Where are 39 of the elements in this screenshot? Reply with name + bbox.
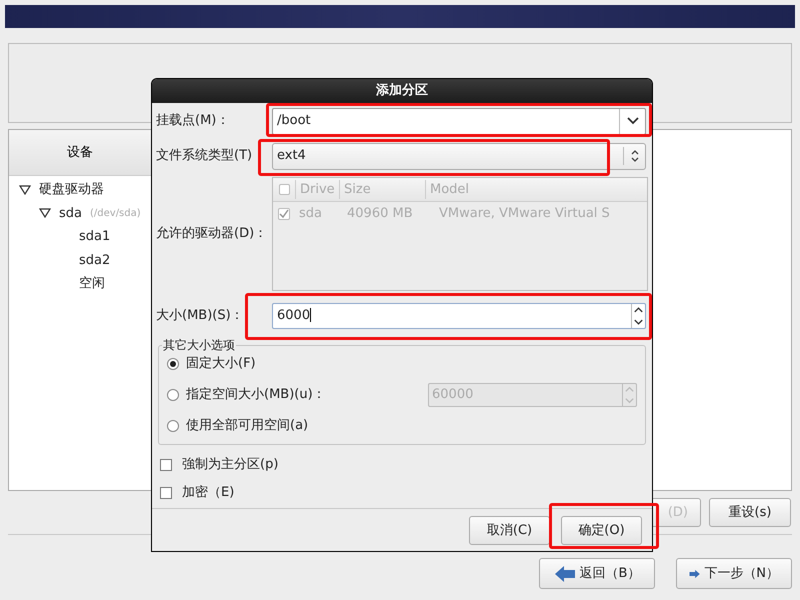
dropdown-icon[interactable] <box>626 117 638 125</box>
checkbox-label[interactable]: 加密（E) <box>182 482 234 502</box>
tree-item[interactable]: 空闲 <box>79 274 105 294</box>
dialog-button[interactable]: 取消(C) <box>469 516 550 545</box>
tree-item[interactable]: 硬盘驱动器 <box>39 180 104 200</box>
radio-label[interactable]: 使用全部可用空间(a) <box>186 416 637 436</box>
field-label: 文件系统类型(T) <box>156 147 254 166</box>
checkbox[interactable] <box>160 458 172 470</box>
tree-item[interactable]: sda <box>59 204 82 223</box>
nav-button[interactable]: 返回（B） <box>539 558 655 589</box>
table-cell-text: 40960 MB <box>346 205 414 224</box>
field-label: 大小(MB)(S)： <box>156 306 245 325</box>
field-label: 允许的驱动器(D)： <box>156 225 268 244</box>
expander-icon[interactable] <box>39 208 51 218</box>
checkbox-label[interactable]: 強制为主分区(p) <box>182 454 278 474</box>
expander-icon[interactable] <box>19 184 31 195</box>
radio-label[interactable]: 指定空间大小(MB)(u)： <box>186 385 428 405</box>
checkbox[interactable] <box>160 486 172 498</box>
radio-label[interactable]: 固定大小(F) <box>186 354 637 374</box>
action-button[interactable]: 重设(s) <box>709 498 791 527</box>
tree-item[interactable]: sda2 <box>79 250 110 270</box>
group-title: 其它大小选项 <box>162 337 236 353</box>
mount-point-combobox[interactable]: /boot <box>272 108 646 134</box>
tree-item[interactable]: sda1 <box>79 227 110 246</box>
table-cell-text: sda <box>298 205 323 224</box>
left-arrow-icon <box>554 564 576 582</box>
updown-icon[interactable] <box>630 149 638 163</box>
dialog-title: 添加分区 <box>376 82 428 100</box>
radio-button[interactable] <box>167 420 179 432</box>
nav-button[interactable]: 下一步（N） <box>676 558 792 589</box>
radio-button[interactable] <box>167 389 179 401</box>
dialog-button[interactable]: 确定(O) <box>561 516 642 545</box>
radio-button[interactable] <box>167 358 179 370</box>
size-field[interactable]: 6000 <box>272 302 646 328</box>
filesystem-dropdown[interactable]: ext4 <box>272 142 646 170</box>
table-cell-text: VMware, VMware Virtual S <box>438 205 611 224</box>
field-label: 挂载点(M)： <box>156 112 230 130</box>
device-path: (/dev/sda) <box>90 206 141 221</box>
column-header[interactable]: 设备 <box>9 130 151 176</box>
